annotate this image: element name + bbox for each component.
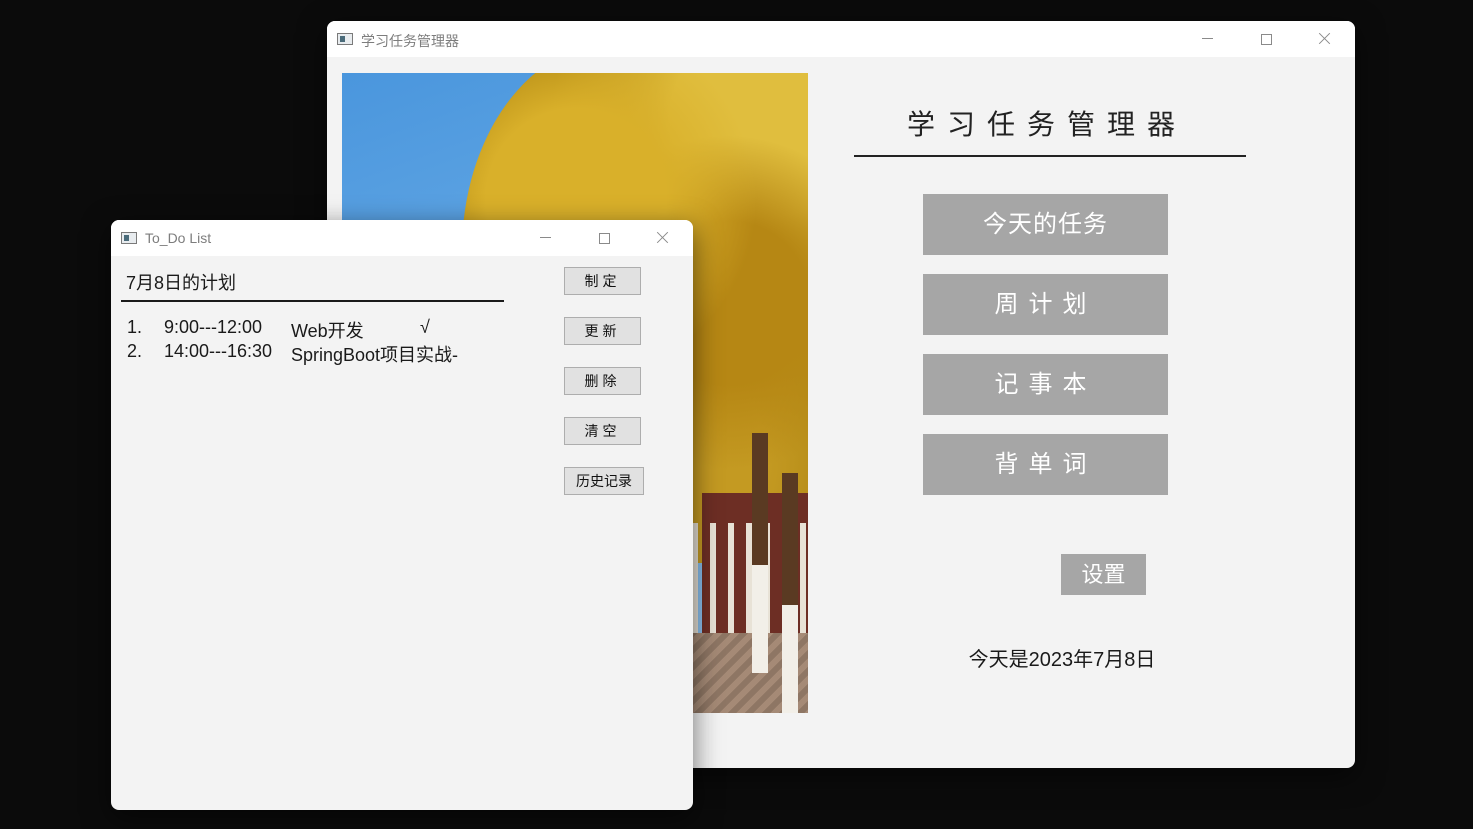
todo-window: To_Do List 7月8日的计划 1. 9:00---12:00 Web开发… [111,220,693,810]
today-tasks-button[interactable]: 今天的任务 [923,194,1168,255]
update-button[interactable]: 更新 [564,317,641,345]
task-index: 1. [127,317,143,337]
heading-divider [854,155,1246,157]
history-button[interactable]: 历史记录 [564,467,644,495]
task-index: 2. [127,341,143,361]
task-name: SpringBoot项目实战- [291,345,459,365]
create-plan-button[interactable]: 制定 [564,267,641,295]
plan-divider [121,300,504,302]
app-heading: 学习任务管理器 [906,108,1187,141]
photo-trunk [782,473,798,713]
notebook-button[interactable]: 记事本 [923,354,1168,415]
task-time: 14:00---16:30 [164,341,273,361]
task-time: 9:00---12:00 [164,317,263,337]
settings-button[interactable]: 设置 [1061,554,1146,595]
main-window-title: 学习任务管理器 [361,33,459,49]
todo-titlebar[interactable]: To_Do List [111,220,693,256]
clear-button[interactable]: 清空 [564,417,641,445]
photo-trunk [752,433,768,673]
task-done-mark: √ [420,317,430,337]
plan-heading: 7月8日的计划 [126,273,237,293]
app-window-icon [121,232,137,244]
maximize-button[interactable] [584,224,624,252]
vocabulary-button[interactable]: 背单词 [923,434,1168,495]
minimize-button[interactable] [1188,25,1228,53]
task-name: Web开发 [291,321,364,341]
close-button[interactable] [643,224,683,252]
app-window-icon [337,33,353,45]
close-button[interactable] [1305,25,1345,53]
minimize-button[interactable] [526,224,566,252]
main-titlebar[interactable]: 学习任务管理器 [327,21,1355,57]
todo-window-title: To_Do List [145,230,212,246]
delete-button[interactable]: 删除 [564,367,641,395]
weekly-plan-button[interactable]: 周计划 [923,274,1168,335]
date-label: 今天是2023年7月8日 [968,649,1156,671]
maximize-button[interactable] [1246,25,1286,53]
